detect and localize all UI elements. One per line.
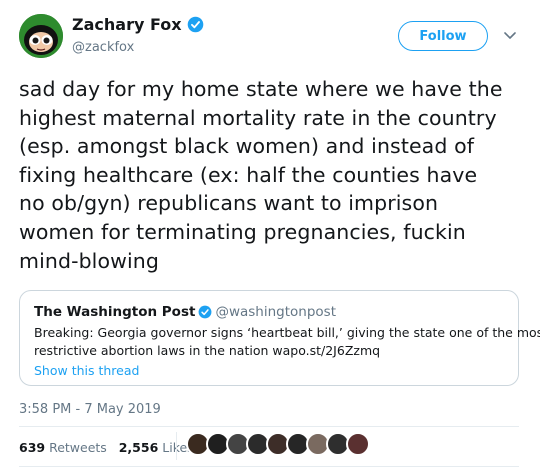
retweets-count: 639 bbox=[19, 440, 46, 455]
divider bbox=[19, 466, 519, 467]
quoted-tweet[interactable]: The Washington Post @washingtonpost Brea… bbox=[19, 290, 540, 386]
tweet-stats: 639 Retweets 2,556 Likes bbox=[19, 440, 194, 455]
tweet-timestamp[interactable]: 3:58 PM - 7 May 2019 bbox=[19, 402, 161, 417]
tweet-text-line: women for terminating pregnancies, fucki… bbox=[19, 219, 466, 244]
tweet-text-line: sad day for my home state where we have … bbox=[19, 77, 503, 101]
liker-avatars bbox=[186, 432, 370, 460]
quoted-tweet-header: The Washington Post @washingtonpost bbox=[34, 304, 336, 320]
quoted-author-handle: @washingtonpost bbox=[215, 304, 336, 320]
quoted-tweet-line: restrictive abortion laws in the nation … bbox=[34, 343, 381, 358]
tweet-text-line: highest maternal mortality rate in the c… bbox=[19, 105, 497, 130]
stats-separator bbox=[176, 432, 177, 460]
verified-badge-icon bbox=[199, 305, 212, 319]
powerpuff-girl-avatar-icon bbox=[19, 14, 63, 58]
divider bbox=[19, 426, 519, 427]
tweet-text-line: no ob/gyn) republicans want to imprison bbox=[19, 191, 439, 216]
verified-badge-icon bbox=[187, 16, 203, 33]
tweet-card: Zachary Fox @zackfox Follow sad day for … bbox=[0, 0, 540, 468]
quoted-author-name: The Washington Post bbox=[34, 304, 196, 320]
likes-count: 2,556 bbox=[118, 440, 159, 455]
follow-button[interactable]: Follow bbox=[398, 21, 488, 51]
liker-avatar[interactable] bbox=[346, 432, 370, 456]
retweets-label: Retweets bbox=[49, 440, 107, 455]
chevron-down-icon[interactable] bbox=[502, 27, 518, 43]
likes-stat[interactable]: 2,556 Likes bbox=[119, 440, 194, 455]
author-handle[interactable]: @zackfox bbox=[72, 40, 134, 55]
quoted-tweet-line: Breaking: Georgia governor signs ‘heartb… bbox=[34, 325, 540, 340]
tweet-text-line: fixing healthcare (ex: half the counties… bbox=[19, 162, 478, 187]
tweet-text-line: mind-blowing bbox=[19, 248, 159, 273]
author-name-row[interactable]: Zachary Fox bbox=[72, 15, 204, 34]
tweet-text-line: (esp. amongst black women) and instead o… bbox=[19, 134, 475, 159]
author-name[interactable]: Zachary Fox bbox=[72, 15, 182, 34]
quoted-tweet-text: Breaking: Georgia governor signs ‘heartb… bbox=[34, 324, 540, 360]
author-avatar[interactable] bbox=[19, 14, 63, 58]
retweets-stat[interactable]: 639 Retweets bbox=[19, 440, 107, 455]
show-thread-link[interactable]: Show this thread bbox=[34, 363, 139, 378]
tweet-text: sad day for my home state where we have … bbox=[19, 75, 529, 275]
